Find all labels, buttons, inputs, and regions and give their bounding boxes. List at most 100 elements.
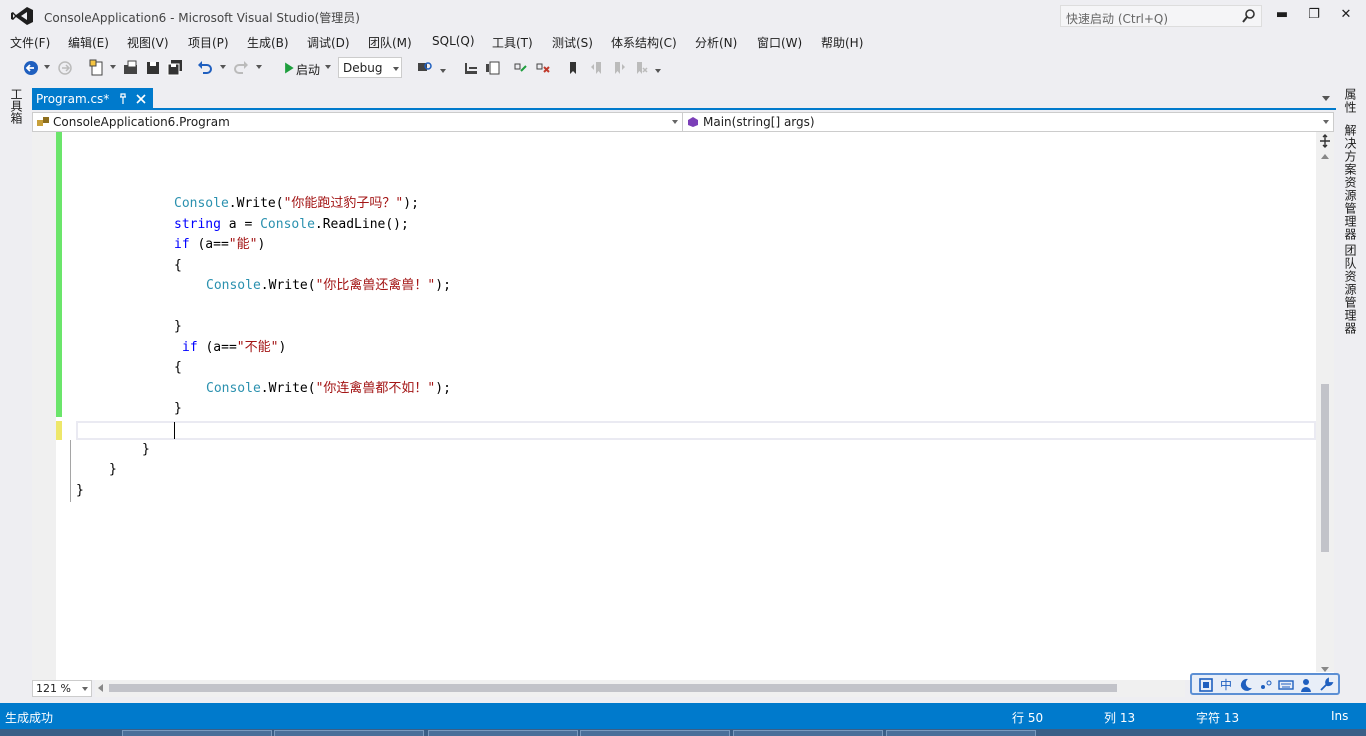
left-tool-strip: 工具箱 (0, 86, 28, 700)
code-line: if (a=="不能") (182, 340, 287, 355)
ime-logo-icon[interactable] (1198, 677, 1214, 693)
redo-icon[interactable] (232, 59, 250, 77)
find-dropdown-icon[interactable] (440, 69, 446, 73)
menu-view[interactable]: 视图(V) (127, 34, 169, 51)
undo-dropdown-icon[interactable] (220, 65, 226, 69)
menu-window[interactable]: 窗口(W) (757, 34, 802, 51)
menu-sql[interactable]: SQL(Q) (432, 34, 475, 48)
tab-list-dropdown-icon[interactable] (1322, 96, 1330, 101)
menu-help[interactable]: 帮助(H) (821, 34, 863, 51)
status-character: 字符 13 (1196, 711, 1240, 725)
indent-icon[interactable] (484, 59, 502, 77)
menu-edit[interactable]: 编辑(E) (68, 34, 109, 51)
code-line: } (109, 462, 117, 477)
ime-toolbar[interactable]: 中 (1190, 673, 1340, 695)
close-tab-icon[interactable] (135, 93, 147, 105)
status-message: 生成成功 (5, 711, 54, 725)
menu-team[interactable]: 团队(M) (368, 34, 412, 51)
bookmark-icon[interactable] (564, 59, 582, 77)
new-project-icon[interactable] (88, 59, 106, 77)
properties-tab[interactable]: 属性 (1342, 88, 1359, 114)
ime-settings-wrench-icon[interactable] (1318, 677, 1334, 693)
member-scope-value: Main(string[] args) (703, 115, 815, 129)
scroll-down-arrow-icon[interactable] (1321, 667, 1329, 672)
ime-punctuation-icon[interactable] (1258, 677, 1274, 693)
open-file-icon[interactable] (122, 59, 140, 77)
menu-file[interactable]: 文件(F) (10, 34, 50, 51)
start-debugging-button[interactable]: 启动 (296, 61, 320, 78)
redo-dropdown-icon[interactable] (256, 65, 262, 69)
menu-build[interactable]: 生成(B) (247, 34, 289, 51)
ime-user-icon[interactable] (1298, 677, 1314, 693)
ime-keyboard-icon[interactable] (1278, 677, 1294, 693)
menu-tools[interactable]: 工具(T) (492, 34, 533, 51)
previous-bookmark-icon[interactable] (588, 59, 606, 77)
status-insert-mode: Ins (1331, 709, 1349, 723)
code-editor[interactable]: Console.Write("你能跑过豹子吗？"); string a = Co… (32, 132, 1334, 680)
taskbar-button[interactable] (274, 730, 424, 736)
horizontal-scrollbar[interactable] (95, 680, 1185, 697)
configuration-dropdown-icon (393, 67, 399, 71)
pin-icon[interactable] (117, 92, 129, 106)
menu-project[interactable]: 项目(P) (188, 34, 229, 51)
team-explorer-tab[interactable]: 团队资源管理器 (1342, 244, 1359, 335)
next-bookmark-icon[interactable] (610, 59, 628, 77)
member-dropdown-icon (1323, 120, 1329, 124)
maximize-button[interactable]: ❐ (1300, 4, 1328, 26)
class-scope-value: ConsoleApplication6.Program (53, 115, 230, 129)
scroll-left-arrow-icon[interactable] (98, 684, 103, 692)
close-window-button[interactable]: ✕ (1332, 4, 1360, 26)
member-scope-dropdown[interactable]: Main(string[] args) (683, 113, 1333, 131)
undo-icon[interactable] (196, 59, 214, 77)
navigate-forward-icon[interactable] (56, 59, 74, 77)
clear-bookmarks-icon[interactable] (632, 59, 650, 77)
solution-configuration-select[interactable]: Debug (338, 57, 402, 78)
taskbar-button[interactable] (428, 730, 578, 736)
back-dropdown-icon[interactable] (44, 65, 50, 69)
taskbar-button[interactable] (580, 730, 730, 736)
toolbar-overflow-icon[interactable] (655, 69, 661, 73)
tab-program-cs[interactable]: Program.cs* (32, 88, 153, 110)
status-bar: 生成成功 行 50 列 13 字符 13 Ins (0, 703, 1366, 729)
zoom-select[interactable]: 121 % (32, 680, 92, 697)
scroll-up-arrow-icon[interactable] (1321, 154, 1329, 159)
menu-test[interactable]: 测试(S) (552, 34, 593, 51)
ime-halfwidth-moon-icon[interactable] (1238, 677, 1254, 693)
save-icon[interactable] (144, 59, 162, 77)
vertical-scroll-thumb[interactable] (1321, 384, 1329, 552)
taskbar-button[interactable] (886, 730, 1036, 736)
horizontal-scroll-thumb[interactable] (109, 684, 1117, 692)
toolbox-tab[interactable]: 工具箱 (8, 88, 25, 124)
class-scope-dropdown[interactable]: ConsoleApplication6.Program (33, 113, 683, 131)
save-all-icon[interactable] (166, 59, 184, 77)
start-debugging-icon[interactable] (278, 58, 296, 78)
quick-launch-input[interactable]: 快速启动 (Ctrl+Q) (1060, 5, 1262, 27)
code-line: Console.Write("你能跑过豹子吗？"); (174, 196, 419, 211)
comment-icon[interactable] (512, 59, 530, 77)
code-line: if (a=="能") (174, 237, 266, 252)
menu-debug[interactable]: 调试(D) (307, 34, 350, 51)
text-caret (174, 422, 175, 439)
title-bar: ConsoleApplication6 - Microsoft Visual S… (0, 0, 1366, 32)
format-icon[interactable] (462, 59, 480, 77)
ime-language-mode[interactable]: 中 (1218, 677, 1234, 693)
new-dropdown-icon[interactable] (110, 65, 116, 69)
vertical-scrollbar[interactable] (1316, 132, 1334, 672)
tab-label: Program.cs* (36, 92, 110, 106)
taskbar-button[interactable] (122, 730, 272, 736)
start-dropdown-icon[interactable] (325, 65, 331, 69)
search-icon[interactable] (1241, 8, 1257, 24)
solution-explorer-tab[interactable]: 解决方案资源管理器 (1342, 124, 1359, 241)
navigate-back-icon[interactable] (22, 59, 40, 77)
minimize-button[interactable]: ▬ (1268, 4, 1296, 26)
menu-analyze[interactable]: 分析(N) (695, 34, 737, 51)
code-line: { (174, 360, 182, 375)
find-in-files-icon[interactable] (416, 59, 434, 77)
right-tool-strip: 属性 解决方案资源管理器 团队资源管理器 (1338, 86, 1366, 700)
uncomment-icon[interactable] (534, 59, 552, 77)
taskbar-button[interactable] (733, 730, 883, 736)
menu-architecture[interactable]: 体系结构(C) (611, 34, 677, 51)
split-window-icon[interactable] (1319, 134, 1331, 148)
code-line: Console.Write("你比禽兽还禽兽！"); (206, 278, 451, 293)
quick-launch-placeholder: 快速启动 (Ctrl+Q) (1066, 12, 1169, 26)
